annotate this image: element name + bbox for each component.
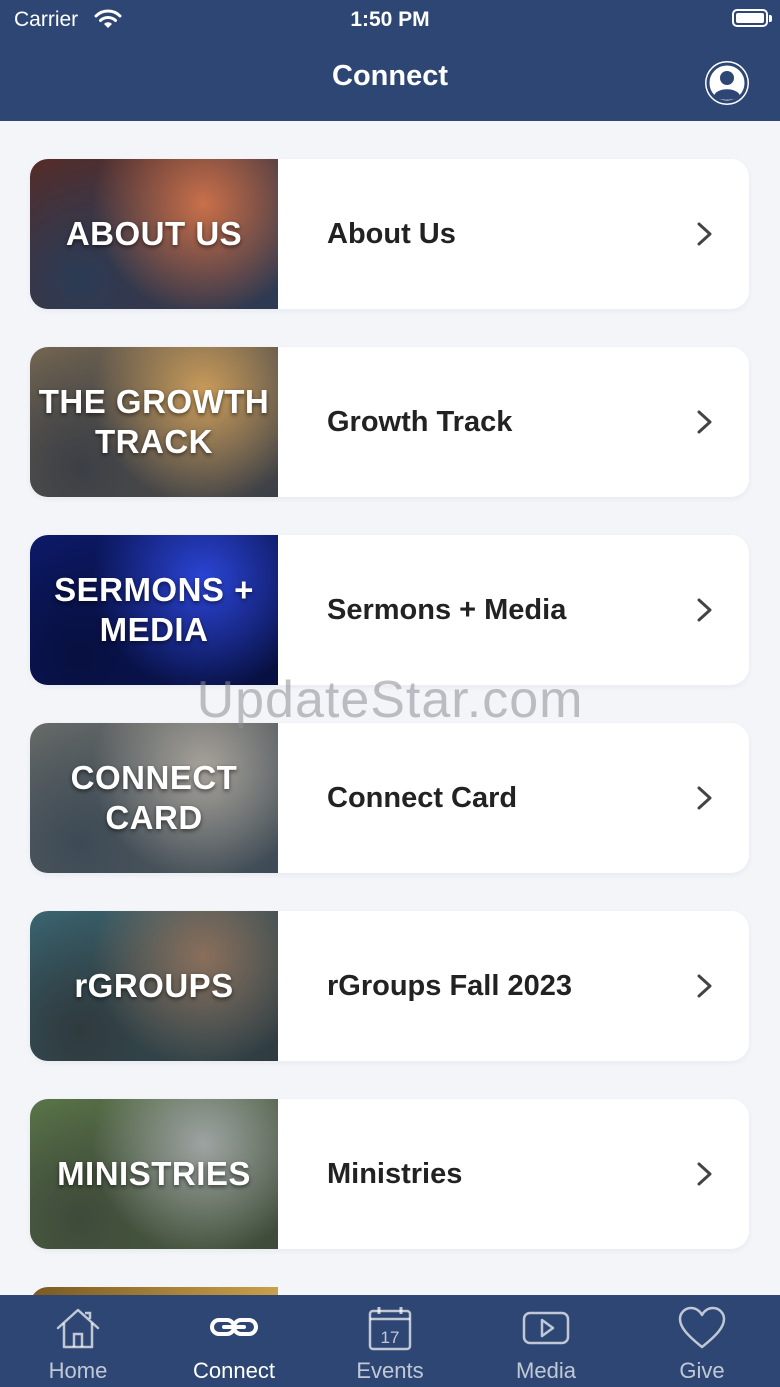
heart-icon [678,1306,726,1349]
app-header: Carrier 1:50 PM Connect [0,0,780,121]
list-item-rgroups[interactable]: rGROUPS rGroups Fall 2023 [30,911,749,1061]
tab-connect[interactable]: Connect [156,1295,312,1387]
list-item-label: Connect Card [327,782,518,814]
chevron-right-icon [697,974,712,998]
thumbnail-caption: rGROUPS [74,967,234,1004]
thumbnail-caption: MINISTRIES [57,1155,251,1192]
thumbnail-caption: CONNECT CARD [70,759,238,836]
tab-label: Media [516,1358,576,1383]
thumbnail-caption: SERMONS + MEDIA [54,571,254,648]
play-icon [522,1311,570,1345]
ministries-thumbnail: MINISTRIES [30,1099,278,1249]
thumbnail-caption: THE GROWTH TRACK [38,383,270,460]
list-item-label: rGroups Fall 2023 [327,970,572,1002]
tab-give[interactable]: Give [624,1295,780,1387]
chevron-right-icon [697,786,712,810]
tab-home[interactable]: Home [0,1295,156,1387]
calendar-date: 17 [381,1328,400,1347]
growth-track-thumbnail: THE GROWTH TRACK [30,347,278,497]
chevron-right-icon [697,222,712,246]
tab-label: Connect [193,1358,275,1383]
list-item-about-us[interactable]: ABOUT US About Us [30,159,749,309]
list-item-label: About Us [327,218,456,250]
home-icon [56,1308,100,1349]
list-item-label: Sermons + Media [327,594,567,626]
battery-icon [732,9,772,27]
thumbnail-caption: ABOUT US [65,215,243,252]
list-item-growth-track[interactable]: THE GROWTH TRACK Growth Track [30,347,749,497]
chevron-right-icon [697,598,712,622]
tab-label: Give [679,1358,725,1383]
sermons-media-thumbnail: SERMONS + MEDIA [30,535,278,685]
tab-bar: Home Connect 17 Events Media Give [0,1295,780,1387]
status-bar: Carrier 1:50 PM [0,0,780,40]
calendar-icon: 17 [368,1307,412,1351]
tab-label: Home [48,1358,108,1383]
page-title: Connect [332,60,448,92]
tab-events[interactable]: 17 Events [312,1295,468,1387]
list-item-label: Growth Track [327,406,513,438]
user-icon [706,62,748,104]
tab-media[interactable]: Media [468,1295,624,1387]
chevron-right-icon [697,1162,712,1186]
watermark: UpdateStar.com [196,671,584,729]
list-item-label: Ministries [327,1158,463,1190]
tab-label: Events [356,1358,424,1383]
list-item-ministries[interactable]: MINISTRIES Ministries [30,1099,749,1249]
clock: 1:50 PM [350,8,430,31]
list-item-connect-card[interactable]: CONNECT CARD Connect Card [30,723,749,873]
rgroups-thumbnail: rGROUPS [30,911,278,1061]
list-item-sermons-media[interactable]: SERMONS + MEDIA Sermons + Media [30,535,749,685]
chevron-right-icon [697,410,712,434]
link-icon [210,1318,258,1336]
about-us-thumbnail: ABOUT US [30,159,278,309]
profile-button[interactable] [705,61,749,105]
connect-card-thumbnail: CONNECT CARD [30,723,278,873]
